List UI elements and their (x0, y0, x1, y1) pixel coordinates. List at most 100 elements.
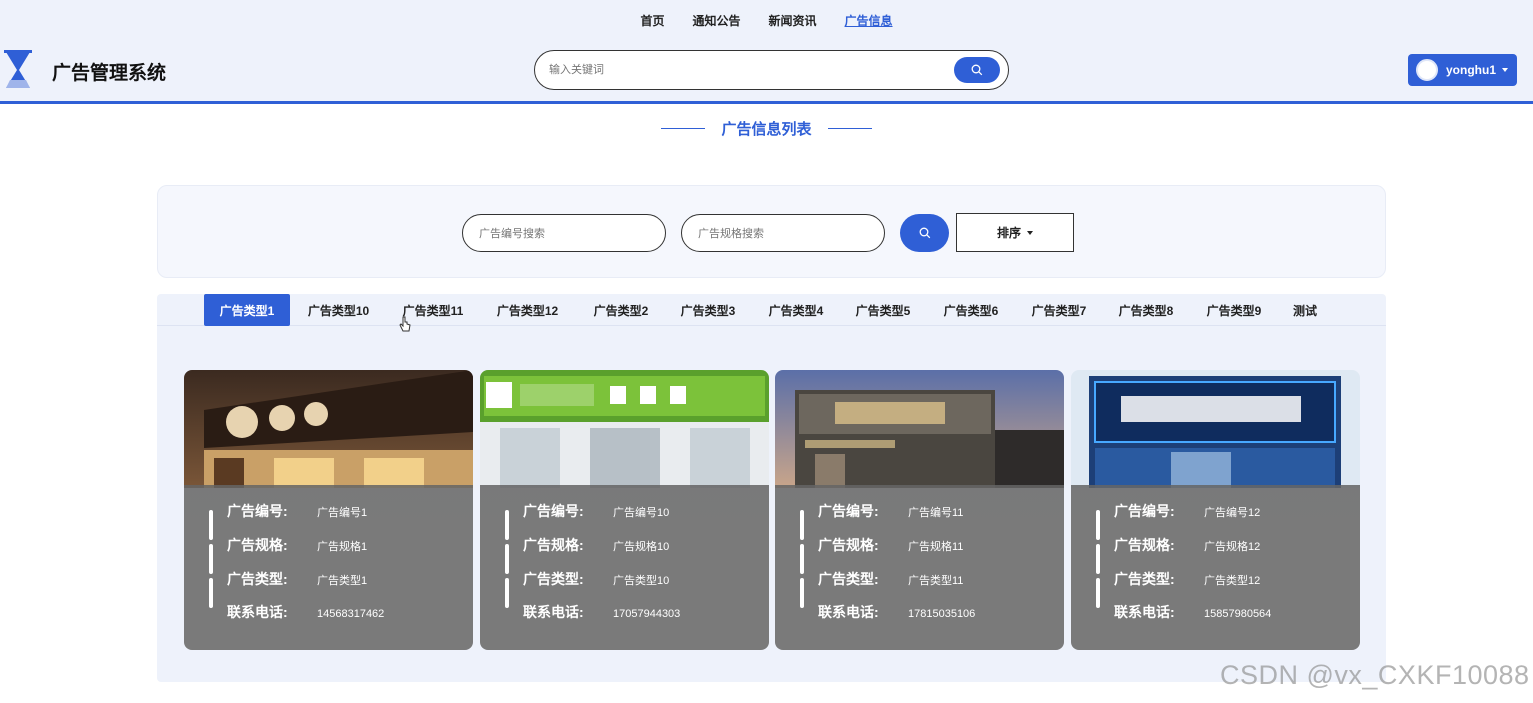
field-type-value: 广告类型1 (317, 575, 368, 587)
ad-card[interactable]: 广告编号: 广告编号12 广告规格: 广告规格12 广告类型: 广告类型12 联系电话… (1071, 370, 1360, 650)
field-spec: 广告规格: 广告规格11 (818, 535, 963, 555)
nav-news[interactable]: 新闻资讯 (769, 12, 817, 29)
tab-category-9[interactable]: 广告类型9 (1194, 294, 1274, 326)
field-code-value: 广告编号1 (317, 507, 368, 519)
field-spec: 广告规格: 广告规格1 (227, 535, 367, 555)
section-title: 广告信息列表 (0, 118, 1533, 139)
avatar (1416, 59, 1438, 81)
field-spec-value: 广告规格11 (908, 541, 964, 553)
tab-category-5[interactable]: 广告类型5 (843, 294, 923, 326)
hand-cursor-icon (399, 316, 411, 332)
field-spec: 广告规格: 广告规格10 (523, 535, 669, 555)
tab-category-6[interactable]: 广告类型6 (931, 294, 1011, 326)
row-accent-bar (800, 510, 804, 540)
field-type: 广告类型: 广告类型10 (523, 569, 669, 589)
field-type-label: 广告类型: (227, 571, 288, 587)
field-code-value: 广告编号10 (613, 507, 670, 519)
tab-category-1[interactable]: 广告类型1 (204, 294, 290, 326)
ad-card[interactable]: 广告编号: 广告编号1 广告规格: 广告规格1 广告类型: 广告类型1 联系电话: 14… (184, 370, 473, 650)
row-accent-bar (505, 510, 509, 540)
watermark: CSDN @vx_CXKF10088 (1220, 660, 1530, 690)
nav-notices[interactable]: 通知公告 (692, 12, 740, 29)
field-spec-label: 广告规格: (818, 537, 879, 553)
section-title-text: 广告信息列表 (721, 121, 812, 138)
ad-photo-storefront-blue (1071, 370, 1360, 488)
field-code: 广告编号: 广告编号1 (227, 501, 367, 521)
tab-category-12[interactable]: 广告类型12 (485, 294, 570, 326)
field-phone-value: 14568317462 (317, 608, 385, 620)
field-code-value: 广告编号12 (1204, 507, 1261, 519)
tab-category-2[interactable]: 广告类型2 (581, 294, 661, 326)
field-code: 广告编号: 广告编号12 (1114, 501, 1260, 521)
search-icon (971, 64, 983, 76)
field-code-label: 广告编号: (227, 503, 288, 519)
field-phone-label: 联系电话: (227, 604, 288, 620)
header-search-button[interactable] (954, 57, 1000, 83)
row-accent-bar (505, 578, 509, 608)
field-phone: 联系电话: 17815035106 (818, 602, 975, 622)
field-type-value: 广告类型11 (908, 575, 964, 587)
field-type: 广告类型: 广告类型11 (818, 569, 963, 589)
field-phone-label: 联系电话: (523, 604, 584, 620)
title-divider-right (827, 128, 872, 129)
title-divider-left (661, 128, 706, 129)
field-phone: 联系电话: 15857980564 (1114, 602, 1271, 622)
field-phone: 联系电话: 17057944303 (523, 602, 680, 622)
ad-card-info: 广告编号: 广告编号10 广告规格: 广告规格10 广告类型: 广告类型10 联系电话… (480, 485, 769, 650)
field-code-label: 广告编号: (1114, 503, 1175, 519)
field-spec-value: 广告规格12 (1204, 541, 1261, 553)
field-spec-label: 广告规格: (1114, 537, 1175, 553)
row-accent-bar (209, 578, 213, 608)
row-accent-bar (209, 544, 213, 574)
ad-card[interactable]: 广告编号: 广告编号10 广告规格: 广告规格10 广告类型: 广告类型10 联系电话… (480, 370, 769, 650)
header-search-input[interactable] (549, 59, 939, 81)
header-search (534, 50, 1009, 90)
field-type-value: 广告类型10 (613, 575, 670, 587)
tab-category-3[interactable]: 广告类型3 (668, 294, 748, 326)
username: yonghu1 (1446, 63, 1496, 77)
field-spec-value: 广告规格10 (613, 541, 670, 553)
row-accent-bar (1096, 544, 1100, 574)
field-phone-value: 15857980564 (1204, 608, 1272, 620)
sort-label: 排序 (996, 226, 1021, 240)
field-phone: 联系电话: 14568317462 (227, 602, 384, 622)
field-type-label: 广告类型: (818, 571, 879, 587)
user-menu-button[interactable]: yonghu1 (1408, 54, 1517, 86)
tab-test[interactable]: 测试 (1285, 294, 1325, 326)
code-search-input[interactable] (479, 224, 649, 244)
filter-panel: 排序 (157, 185, 1386, 278)
ad-photo-restaurant (184, 370, 473, 488)
nav-ad-info[interactable]: 广告信息 (845, 12, 893, 29)
field-spec-label: 广告规格: (523, 537, 584, 553)
field-phone-label: 联系电话: (1114, 604, 1175, 620)
filter-search-button[interactable] (900, 214, 949, 252)
ad-card-info: 广告编号: 广告编号1 广告规格: 广告规格1 广告类型: 广告类型1 联系电话: 14… (184, 485, 473, 650)
ad-photo-storefront-dusk (775, 370, 1064, 488)
row-accent-bar (505, 544, 509, 574)
field-spec-value: 广告规格1 (317, 541, 368, 553)
field-phone-label: 联系电话: (818, 604, 879, 620)
tab-category-8[interactable]: 广告类型8 (1106, 294, 1186, 326)
chevron-down-icon (1027, 230, 1033, 235)
field-phone-value: 17815035106 (908, 608, 976, 620)
field-spec: 广告规格: 广告规格12 (1114, 535, 1260, 555)
field-spec-label: 广告规格: (227, 537, 288, 553)
nav-home[interactable]: 首页 (640, 12, 664, 29)
tab-category-7[interactable]: 广告类型7 (1019, 294, 1099, 326)
ad-card-info: 广告编号: 广告编号11 广告规格: 广告规格11 广告类型: 广告类型11 联系电话… (775, 485, 1064, 650)
row-accent-bar (209, 510, 213, 540)
ad-card[interactable]: 广告编号: 广告编号11 广告规格: 广告规格11 广告类型: 广告类型11 联系电话… (775, 370, 1064, 650)
field-code: 广告编号: 广告编号11 (818, 501, 963, 521)
spec-search-field (681, 214, 885, 252)
sort-dropdown-button[interactable]: 排序 (956, 213, 1074, 252)
field-type: 广告类型: 广告类型12 (1114, 569, 1260, 589)
hourglass-logo-icon (4, 50, 32, 88)
spec-search-input[interactable] (698, 224, 868, 244)
row-accent-bar (800, 544, 804, 574)
code-search-field (462, 214, 666, 252)
field-type-value: 广告类型12 (1204, 575, 1261, 587)
chevron-down-icon (1502, 68, 1508, 72)
field-phone-value: 17057944303 (613, 608, 681, 620)
tab-category-4[interactable]: 广告类型4 (756, 294, 836, 326)
tab-category-10[interactable]: 广告类型10 (297, 294, 380, 326)
